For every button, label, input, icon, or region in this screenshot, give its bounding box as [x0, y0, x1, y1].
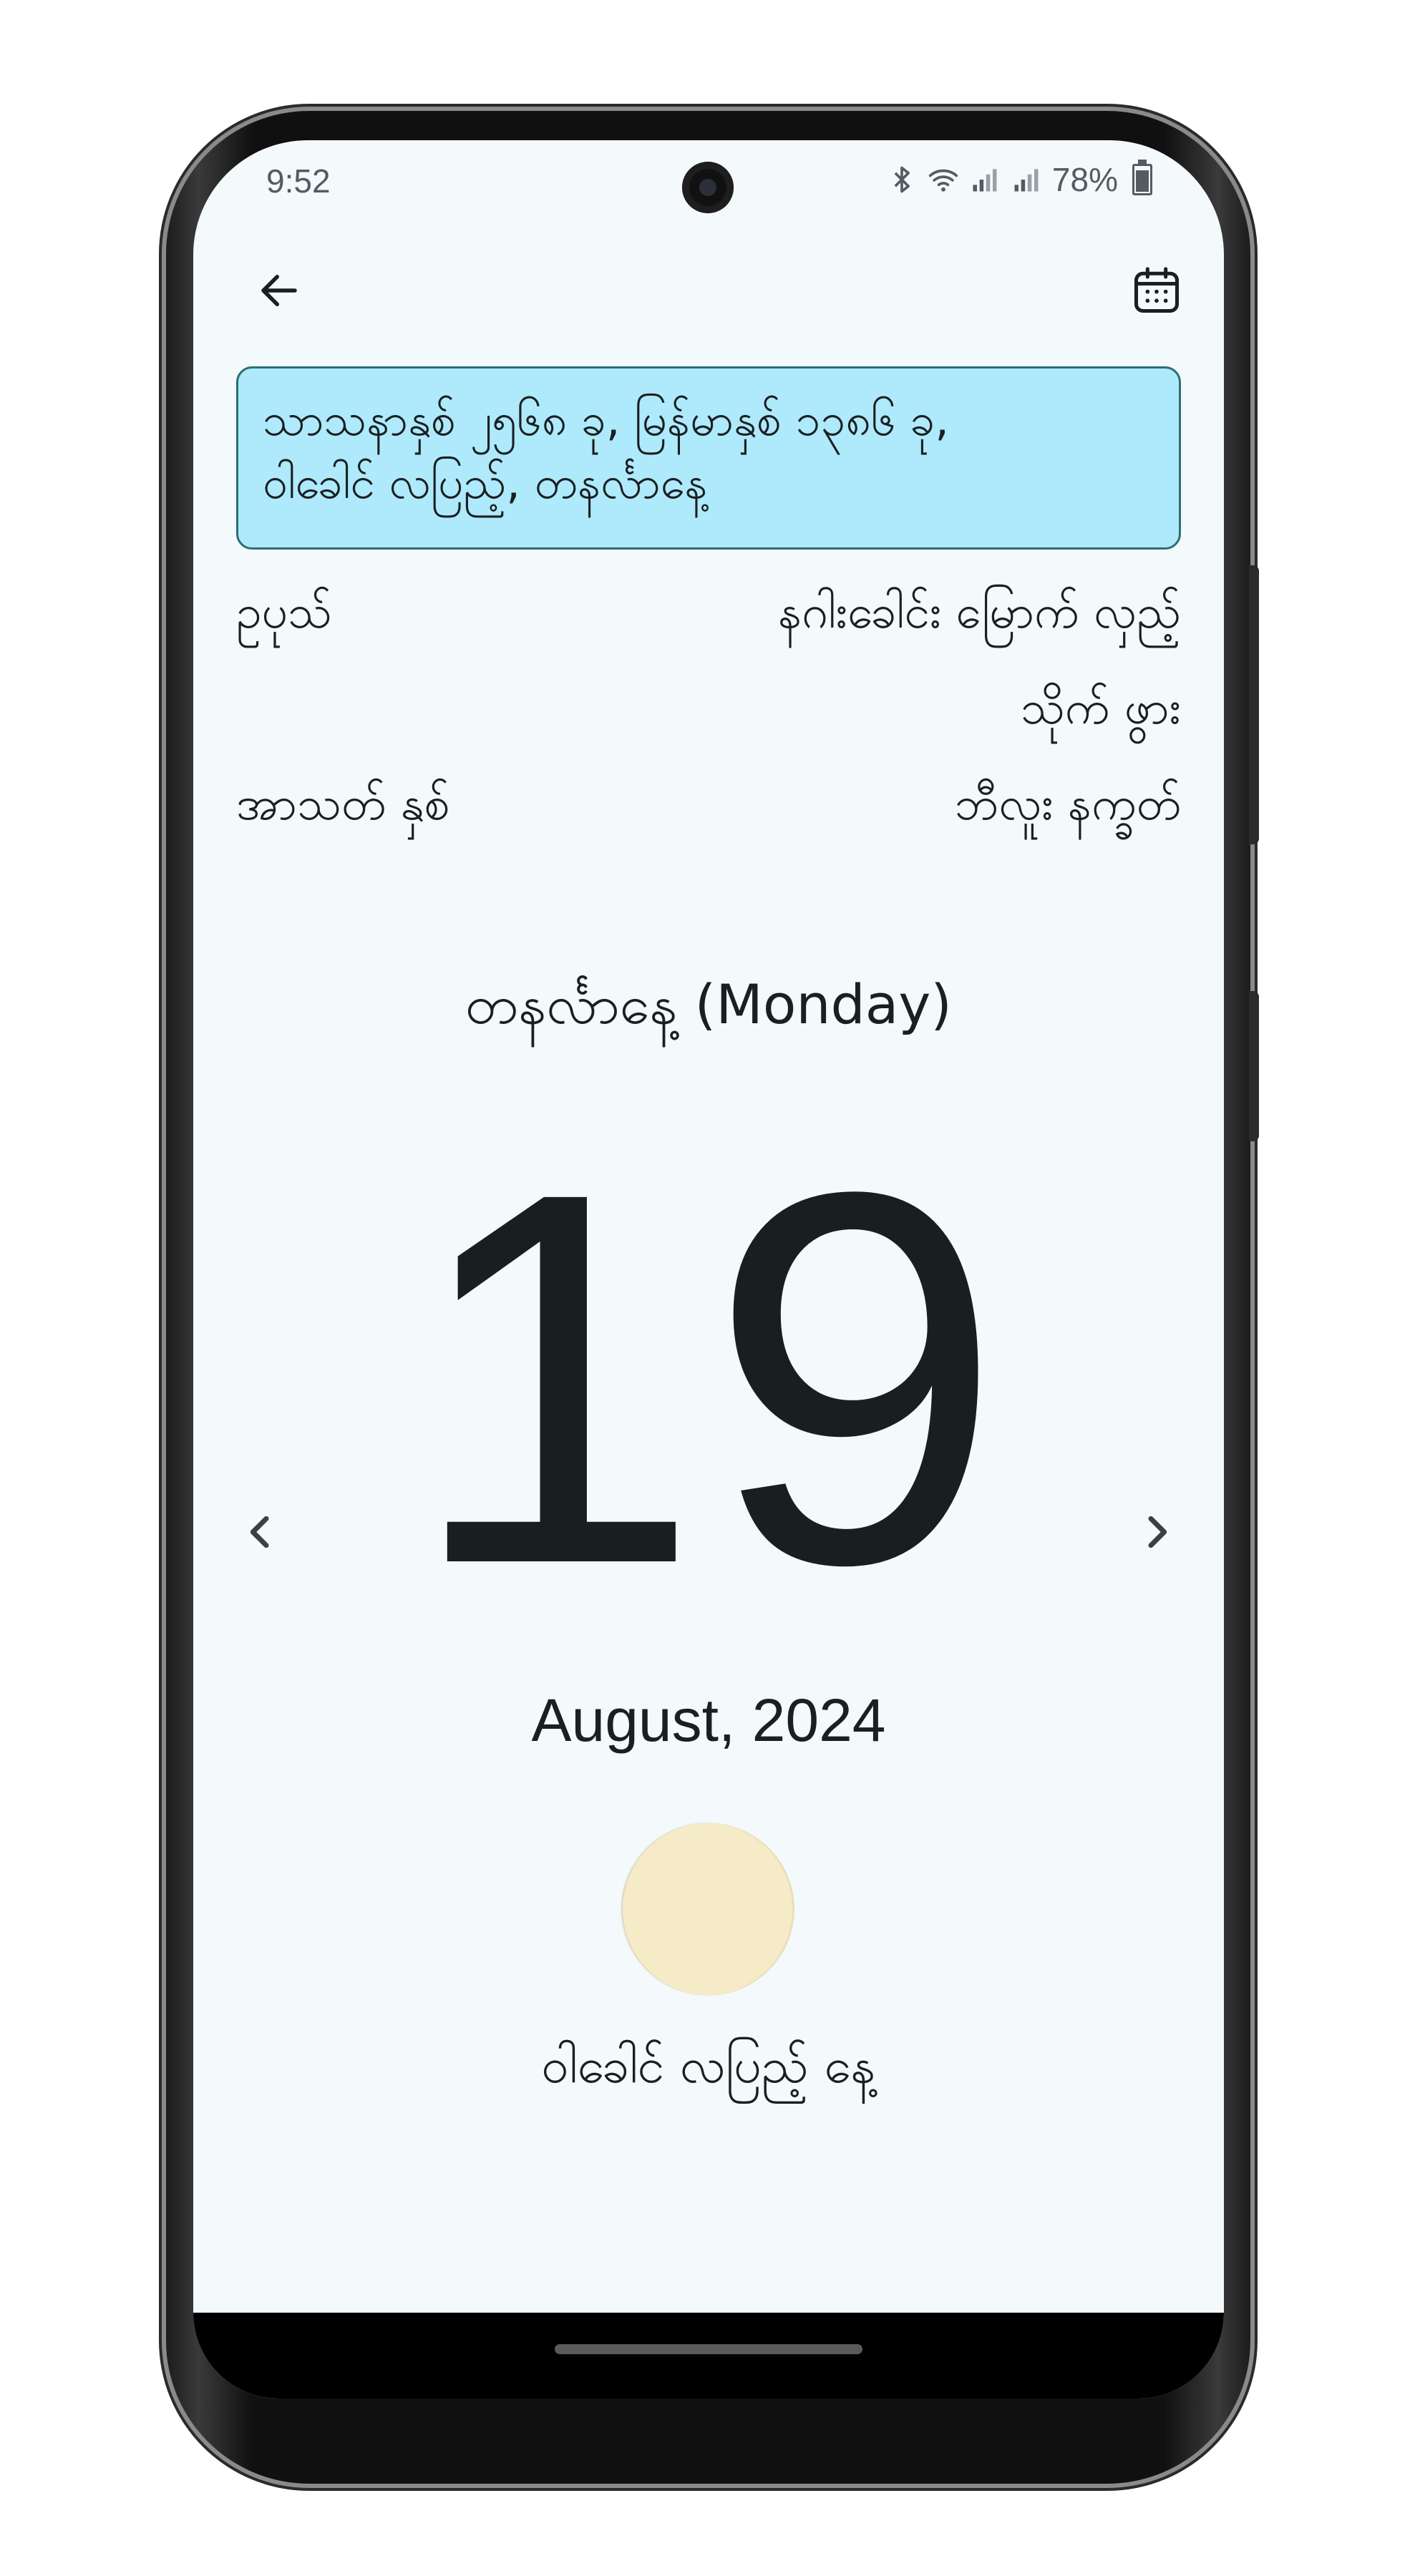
- nakshatra-label: ဘီလူး နက္ခတ်: [954, 778, 1181, 831]
- status-time: 9:52: [266, 162, 331, 200]
- home-indicator[interactable]: [555, 2344, 862, 2354]
- front-camera: [682, 162, 734, 213]
- calendar-button[interactable]: [1121, 255, 1192, 326]
- day-number: 19: [407, 1082, 1011, 1674]
- signal-icon: [973, 169, 997, 192]
- year-type-label: အာသတ် နှစ်: [236, 778, 450, 831]
- battery-icon: [1132, 160, 1152, 195]
- battery-level: [1136, 170, 1149, 192]
- calendar-icon: [1134, 267, 1180, 313]
- wifi-icon: [928, 169, 958, 192]
- bluetooth-icon: [894, 166, 910, 193]
- moon-phase-icon: [623, 1823, 794, 1995]
- device-mockup: 9:52 78% သာသနာနှစ် ၂၅၆၈ ခု, မြန်မာနှစ် ၁…: [0, 0, 1415, 2576]
- volume-button: [1249, 565, 1259, 844]
- power-button: [1249, 991, 1259, 1141]
- battery-percent: 78%: [1051, 161, 1118, 198]
- previous-day-button[interactable]: [222, 1493, 301, 1571]
- signal-icon: [1014, 169, 1039, 192]
- banner-line-1: သာသနာနှစ် ၂၅၆၈ ခု, မြန်မာနှစ် ၁၃၈၆ ခု,: [263, 394, 949, 446]
- status-icons: 78%: [886, 160, 1152, 199]
- sabbath-label: ဥပုသ်: [236, 586, 332, 639]
- chevron-left-icon: [250, 1516, 269, 1548]
- banner-line-2: ဝါခေါင် လပြည့်, တနင်္လာနေ့: [263, 457, 708, 509]
- arrow-left-icon: [261, 275, 297, 306]
- app-screen: 9:52 78% သာသနာနှစ် ၂၅၆၈ ခု, မြန်မာနှစ် ၁…: [193, 140, 1224, 2399]
- moon-phase-label: ဝါခေါင် လပြည့် နေ့: [541, 2038, 876, 2094]
- date-summary-banner: သာသနာနှစ် ၂၅၆၈ ခု, မြန်မာနှစ် ၁၃၈၆ ခု, ဝ…: [236, 366, 1181, 550]
- back-button[interactable]: [243, 255, 315, 326]
- dragon-head-direction: နဂါးခေါင်း မြောက် လှည့်: [778, 586, 1181, 639]
- month-year-label: August, 2024: [531, 1687, 886, 1754]
- weekday-label: တနင်္လာနေ့ (Monday): [465, 972, 952, 1036]
- next-day-button[interactable]: [1117, 1493, 1195, 1571]
- treasure-label: သိုက် ဖွား: [1021, 682, 1181, 735]
- system-navigation-bar: [193, 2313, 1224, 2399]
- chevron-right-icon: [1148, 1516, 1167, 1548]
